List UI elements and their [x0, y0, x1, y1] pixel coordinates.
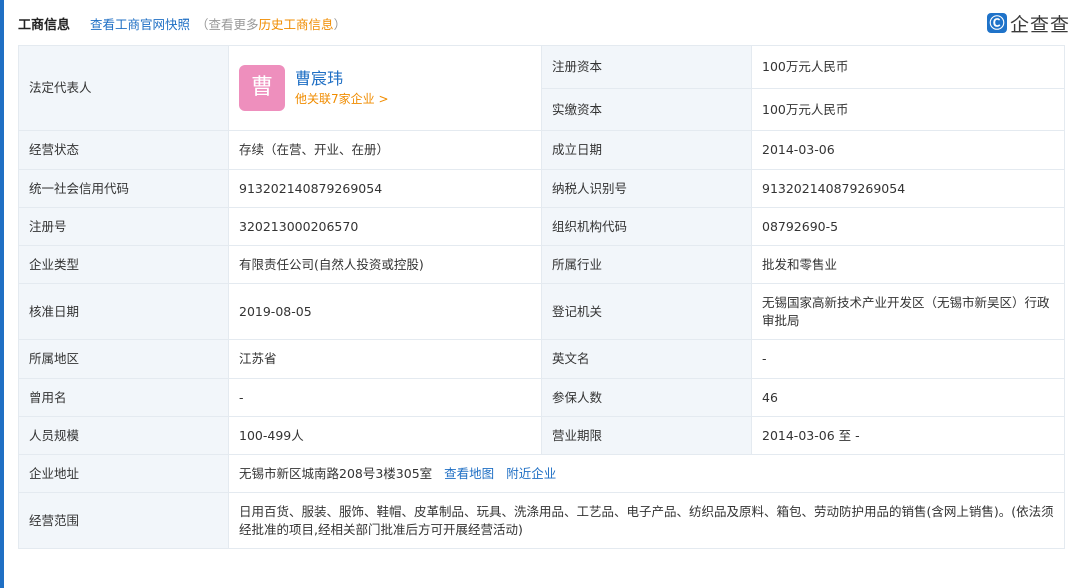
table-row: 核准日期 2019-08-05 登记机关 无锡国家高新技术产业开发区（无锡市新吴…: [18, 283, 1065, 340]
insured-count-label: 参保人数: [541, 378, 752, 417]
legal-rep-info: 曹宸玮 他关联7家企业 >: [295, 68, 389, 108]
former-name-value: -: [228, 378, 542, 417]
reg-number-label: 注册号: [18, 207, 229, 246]
table-row: 统一社会信用代码 91320214087926905​4 纳税人识别号 9132…: [18, 169, 1065, 208]
section-header: 工商信息 查看工商官网快照 （查看更多历史工商信息） Ⓒ 企查查: [18, 6, 1070, 40]
legal-rep-name[interactable]: 曹宸玮: [295, 68, 389, 90]
org-code-label: 组织机构代码: [541, 207, 752, 246]
table-row: 所属地区 江苏省 英文名 -: [18, 339, 1065, 379]
history-link[interactable]: 历史工商信息: [259, 17, 334, 32]
credit-code-value: 91320214087926905​4: [228, 169, 542, 208]
table-row: 曾用名 - 参保人数 46: [18, 378, 1065, 417]
former-name-label: 曾用名: [18, 378, 229, 417]
paid-capital-label: 实缴资本: [541, 88, 752, 131]
business-term-value: 2014-03-06 至 -: [751, 416, 1065, 455]
table-row: 企业类型 有限责任公司(自然人投资或控股) 所属行业 批发和零售业: [18, 245, 1065, 284]
company-type-label: 企业类型: [18, 245, 229, 284]
registered-capital-label: 注册资本: [541, 45, 752, 89]
insured-count-value: 46: [751, 378, 1065, 417]
taxpayer-id-value: 913202140879269054: [751, 169, 1065, 208]
history-prefix: （查看更多: [196, 16, 259, 32]
status-value: 存续（在营、开业、在册）: [228, 130, 542, 170]
address-cell: 无锡市新区城南路208号3楼305室 查看地图 附近企业: [228, 454, 1065, 493]
english-name-label: 英文名: [541, 339, 752, 379]
status-label: 经营状态: [18, 130, 229, 170]
founded-date-label: 成立日期: [541, 130, 752, 170]
legal-rep-cell: 曹 曹宸玮 他关联7家企业 >: [228, 45, 542, 131]
approval-date-value: 2019-08-05: [228, 283, 542, 340]
qcc-logo-icon: Ⓒ: [986, 13, 1007, 33]
business-scope-label: 经营范围: [18, 492, 229, 549]
staff-size-value: 100-499人: [228, 416, 542, 455]
related-companies-link[interactable]: 他关联7家企业 >: [295, 90, 389, 108]
business-scope-value: 日用百货、服装、服饰、鞋帽、皮革制品、玩具、洗涤用品、工艺品、电子产品、纺织品及…: [228, 492, 1065, 549]
nearby-companies-link[interactable]: 附近企业: [506, 466, 556, 481]
section-title: 工商信息: [18, 17, 71, 33]
legal-rep-label: 法定代表人: [18, 45, 229, 131]
brand-logo: Ⓒ 企查查: [986, 10, 1070, 37]
reg-number-value: 320213000206570: [228, 207, 542, 246]
founded-date-value: 2014-03-06: [751, 130, 1065, 170]
table-row: 经营范围 日用百货、服装、服饰、鞋帽、皮革制品、玩具、洗涤用品、工艺品、电子产品…: [18, 492, 1065, 549]
industry-value: 批发和零售业: [751, 245, 1065, 284]
history-suffix: ）: [333, 16, 347, 32]
company-type-value: 有限责任公司(自然人投资或控股): [228, 245, 542, 284]
approval-date-label: 核准日期: [18, 283, 229, 340]
table-row: 法定代表人 曹 曹宸玮 他关联7家企业 > 注册资本 100万元人民币: [18, 45, 1065, 131]
business-term-label: 营业期限: [541, 416, 752, 455]
legal-rep-person: 曹 曹宸玮 他关联7家企业 >: [239, 65, 531, 111]
address-label: 企业地址: [18, 454, 229, 493]
history-note: （查看更多历史工商信息）: [196, 14, 346, 33]
business-info-table: 法定代表人 曹 曹宸玮 他关联7家企业 > 注册资本 100万元人民币 实缴资本…: [18, 45, 1065, 549]
region-value: 江苏省: [228, 339, 542, 379]
org-code-value: 08792690-5: [751, 207, 1065, 246]
table-row: 企业地址 无锡市新区城南路208号3楼305室 查看地图 附近企业: [18, 454, 1065, 493]
registered-capital-value: 100万元人民币: [751, 45, 1065, 89]
paid-capital-value: 100万元人民币: [751, 88, 1065, 131]
view-map-link[interactable]: 查看地图: [444, 466, 494, 481]
staff-size-label: 人员规模: [18, 416, 229, 455]
address-value: 无锡市新区城南路208号3楼305室: [239, 465, 433, 481]
avatar: 曹: [239, 65, 285, 111]
brand-text: 企查查: [1009, 13, 1070, 36]
taxpayer-id-label: 纳税人识别号: [541, 169, 752, 208]
registration-authority-label: 登记机关: [541, 283, 752, 340]
industry-label: 所属行业: [541, 245, 752, 284]
table-row: 经营状态 存续（在营、开业、在册） 成立日期 2014-03-06: [18, 130, 1065, 170]
registration-authority-value: 无锡国家高新技术产业开发区（无锡市新吴区）行政审批局: [751, 283, 1065, 340]
table-row: 注册号 320213000206570 组织机构代码 08792690-5: [18, 207, 1065, 246]
region-label: 所属地区: [18, 339, 229, 379]
english-name-value: -: [751, 339, 1065, 379]
table-row: 人员规模 100-499人 营业期限 2014-03-06 至 -: [18, 416, 1065, 455]
left-accent-bar: [0, 0, 4, 588]
credit-code-label: 统一社会信用代码: [18, 169, 229, 208]
snapshot-link[interactable]: 查看工商官网快照: [90, 14, 190, 33]
